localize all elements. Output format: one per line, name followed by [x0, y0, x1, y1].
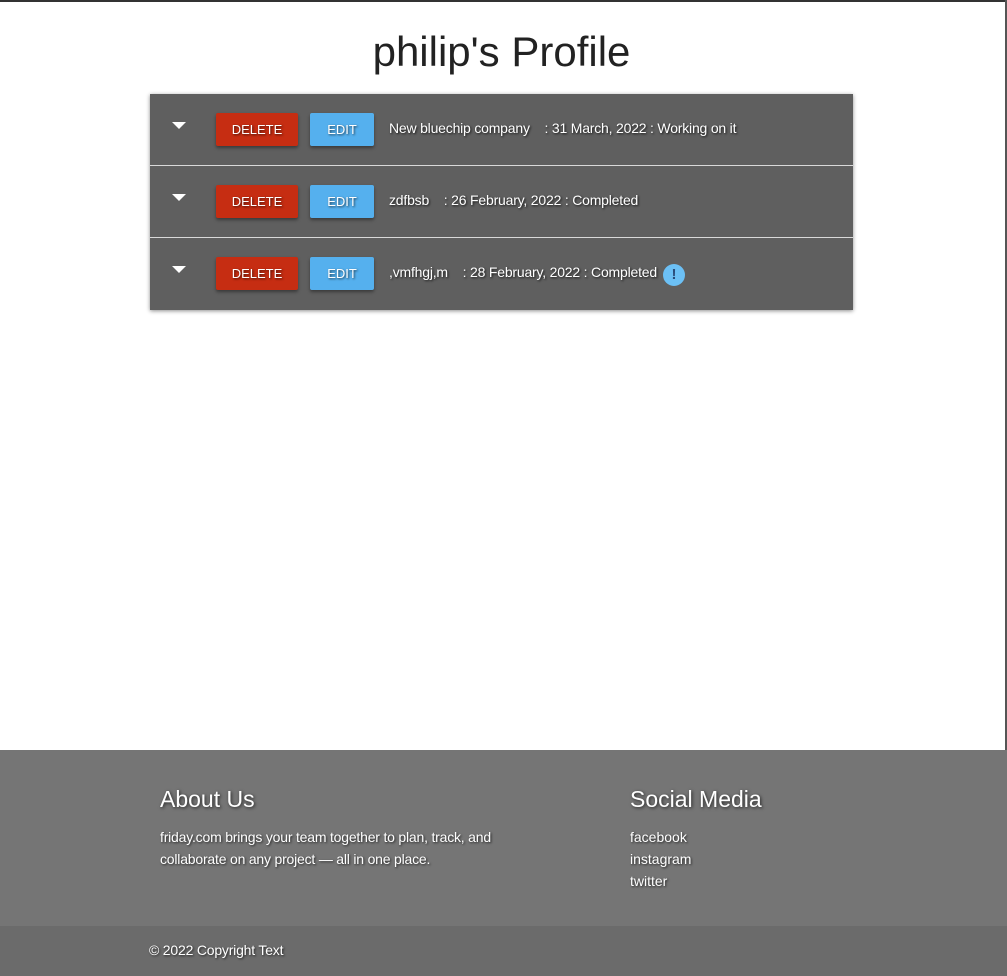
task-row: DELETE EDIT ,vmfhgj,m : 28 February, 202… — [150, 238, 853, 310]
task-text: ,vmfhgj,m : 28 February, 2022 : Complete… — [389, 264, 685, 286]
edit-button[interactable]: EDIT — [310, 257, 374, 290]
social-link-twitter[interactable]: twitter — [630, 870, 691, 892]
about-us-heading: About Us — [160, 786, 255, 812]
delete-button[interactable]: DELETE — [216, 185, 298, 218]
social-link-instagram[interactable]: instagram — [630, 848, 691, 870]
task-details: zdfbsb : 26 February, 2022 : Completed — [389, 192, 639, 208]
social-links: facebook instagram twitter — [630, 826, 691, 892]
task-text: New bluechip company : 31 March, 2022 : … — [389, 120, 736, 136]
chevron-down-icon[interactable] — [172, 194, 186, 201]
task-row: DELETE EDIT New bluechip company : 31 Ma… — [150, 94, 853, 166]
task-row: DELETE EDIT zdfbsb : 26 February, 2022 :… — [150, 166, 853, 238]
task-text: zdfbsb : 26 February, 2022 : Completed — [389, 192, 638, 208]
footer: About Us friday.com brings your team tog… — [0, 750, 1007, 926]
delete-button[interactable]: DELETE — [216, 257, 298, 290]
social-link-facebook[interactable]: facebook — [630, 826, 691, 848]
about-us-text: friday.com brings your team together to … — [160, 829, 491, 867]
task-list: DELETE EDIT New bluechip company : 31 Ma… — [150, 94, 853, 310]
copyright-text: © 2022 Copyright Text — [149, 942, 284, 958]
chevron-down-icon[interactable] — [172, 122, 186, 129]
chevron-down-icon[interactable] — [172, 266, 186, 273]
copyright-bar: © 2022 Copyright Text — [0, 926, 1007, 976]
exclamation-circle-icon[interactable]: ! — [662, 264, 685, 286]
page-title: philip's Profile — [372, 28, 631, 75]
delete-button[interactable]: DELETE — [216, 113, 298, 146]
task-details: ,vmfhgj,m : 28 February, 2022 : Complete… — [389, 264, 657, 280]
top-border — [0, 0, 1007, 2]
social-media-heading: Social Media — [630, 786, 762, 812]
task-details: New bluechip company : 31 March, 2022 : … — [389, 120, 737, 136]
edit-button[interactable]: EDIT — [310, 185, 374, 218]
edit-button[interactable]: EDIT — [310, 113, 374, 146]
